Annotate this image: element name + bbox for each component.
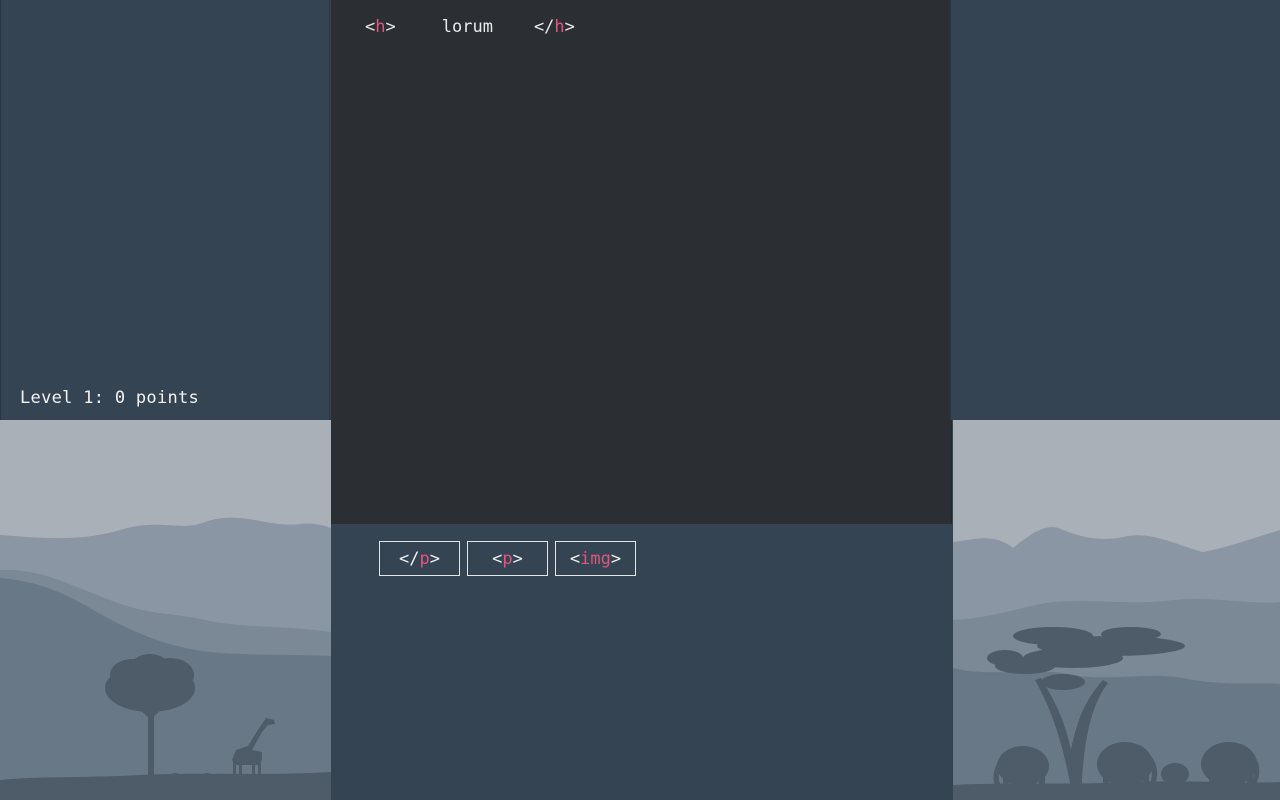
left-savanna-scene (0, 420, 331, 800)
savanna-illustration-right (953, 420, 1280, 800)
code-line: < h > lorum </h > (365, 17, 575, 37)
token-close-p[interactable]: </p > (379, 541, 460, 576)
token-prefix: </ (399, 548, 420, 569)
token-name: p (502, 548, 513, 569)
token-prefix: < (492, 548, 503, 569)
close-tag: </h > (533, 17, 575, 37)
code-editor: < h > lorum </h > (331, 0, 952, 524)
right-savanna-scene (953, 420, 1280, 800)
token-suffix: > (610, 548, 622, 569)
token-prefix: < (569, 548, 581, 569)
level-score-label: Level 1: 0 points (20, 388, 200, 408)
token-suffix: > (512, 548, 523, 569)
token-open-img[interactable]: < img > (555, 541, 636, 576)
right-top-panel (950, 0, 1280, 420)
open-tag-name: h (375, 17, 386, 37)
token-suffix: > (429, 548, 440, 569)
token-name: img (580, 548, 611, 569)
token-open-p[interactable]: < p > (467, 541, 548, 576)
token-name: p (419, 548, 430, 569)
baby-elephant-icon (1161, 763, 1189, 788)
left-status-panel: Level 1: 0 points (0, 0, 330, 420)
savanna-illustration-left (0, 420, 331, 800)
open-tag: < h > (365, 17, 396, 37)
close-tag-name: h (554, 17, 565, 37)
line-content: lorum (441, 17, 493, 37)
token-palette: </p > < p > < img > (331, 524, 953, 800)
